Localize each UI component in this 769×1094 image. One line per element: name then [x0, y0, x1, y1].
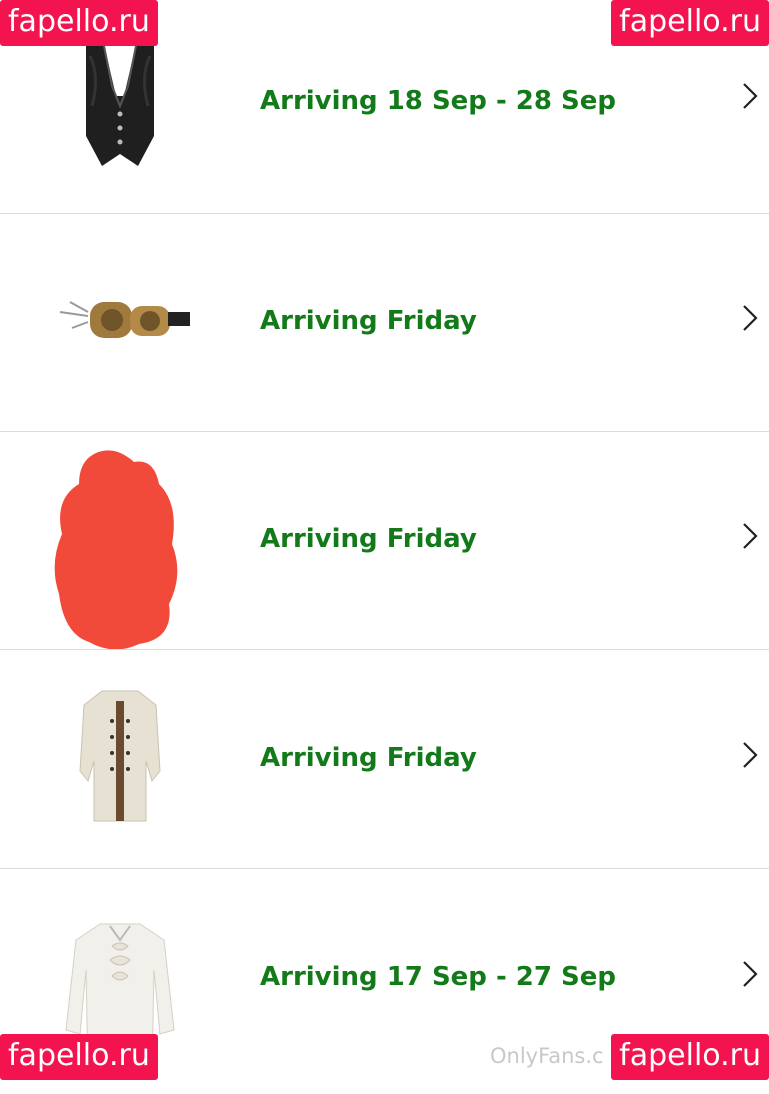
chevron-right-icon[interactable] [738, 520, 762, 552]
onlyfans-watermark: OnlyFans.c [490, 1044, 604, 1068]
row-divider [0, 649, 769, 650]
order-row[interactable]: Arriving Friday [0, 651, 769, 869]
order-row[interactable]: Arriving Friday [0, 432, 769, 650]
redacted-thumbnail [44, 444, 194, 654]
order-row[interactable]: Arriving Friday [0, 214, 769, 432]
delivery-status: Arriving 17 Sep - 27 Sep [260, 962, 617, 992]
delivery-status: Arriving 18 Sep - 28 Sep [260, 86, 617, 116]
watermark-bottom-left: fapello.ru [0, 1034, 158, 1080]
delivery-status: Arriving Friday [260, 524, 477, 554]
coat-thumbnail [40, 681, 200, 861]
watermark-bottom-right: fapello.ru [611, 1034, 769, 1080]
goggles-thumbnail [40, 232, 200, 412]
row-divider [0, 868, 769, 869]
watermark-top-left: fapello.ru [0, 0, 158, 46]
chevron-right-icon[interactable] [738, 739, 762, 771]
chevron-right-icon[interactable] [738, 80, 762, 112]
delivery-status: Arriving Friday [260, 743, 477, 773]
chevron-right-icon[interactable] [738, 302, 762, 334]
chevron-right-icon[interactable] [738, 958, 762, 990]
watermark-top-right: fapello.ru [611, 0, 769, 46]
delivery-status: Arriving Friday [260, 306, 477, 336]
